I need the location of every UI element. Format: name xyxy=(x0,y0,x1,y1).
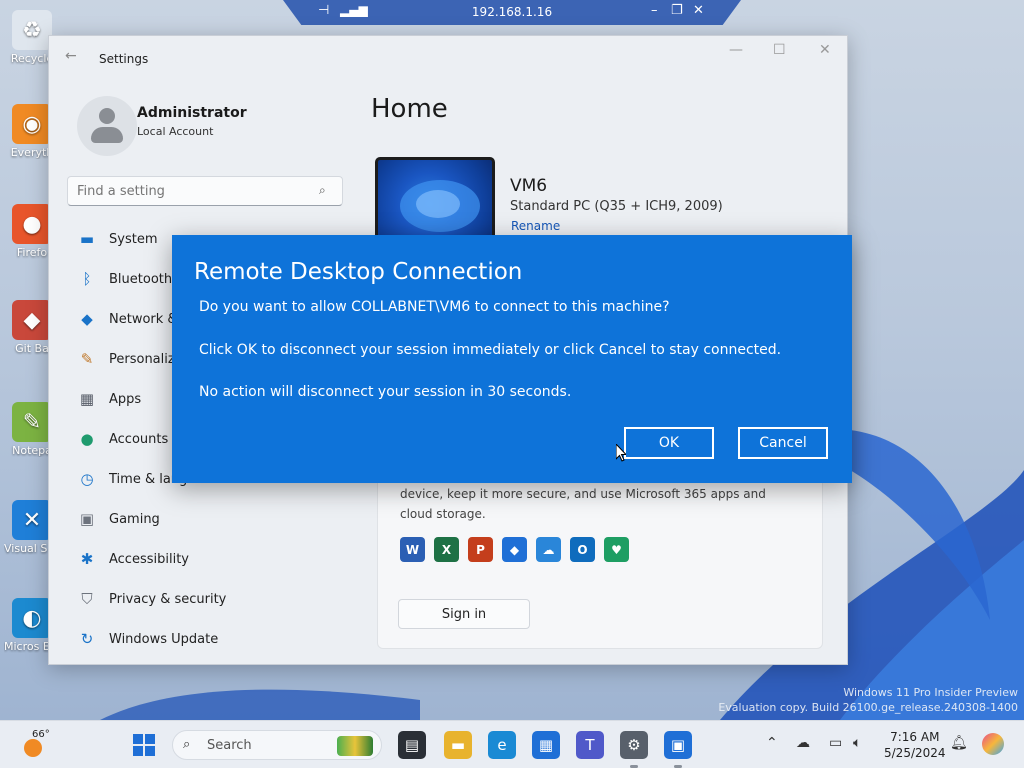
clock[interactable]: 7:16 AM 5/25/2024 xyxy=(884,729,946,761)
device-name: VM6 xyxy=(510,176,548,196)
monitor-icon: ▬ xyxy=(79,230,95,248)
m365-app-icons: W X P ◆ ☁ O ♥ xyxy=(400,537,629,562)
apps-icon: ▦ xyxy=(79,390,95,408)
profile-subtitle: Local Account xyxy=(137,125,214,138)
recycle-bin-icon: ♻ xyxy=(12,10,52,50)
word-icon: W xyxy=(400,537,425,562)
rename-link[interactable]: Rename xyxy=(511,219,560,233)
watermark-build: Evaluation copy. Build 26100.ge_release.… xyxy=(718,701,1018,714)
sidebar-item[interactable]: ↻ Windows Update xyxy=(69,621,349,657)
cancel-button[interactable]: Cancel xyxy=(738,427,828,459)
taskbar: 66° ⌕ Search ▤ ▬ e ▦ T ⚙ ▣ ⌃ ☁ ▭ 🔈︎ 7:16 AM 5/… xyxy=(0,720,1024,768)
sidebar-item-label: Personaliz xyxy=(109,351,175,367)
chevron-up-icon[interactable]: ⌃ xyxy=(766,735,778,751)
gamepad-icon: ▣ xyxy=(79,510,95,528)
edge-icon[interactable]: e xyxy=(488,731,516,759)
sidebar-item-label: Accounts xyxy=(109,431,169,447)
remote-desktop-icon[interactable]: ▣ xyxy=(664,731,692,759)
remote-desktop-dialog: Remote Desktop Connection Do you want to… xyxy=(172,235,852,483)
clock-time: 7:16 AM xyxy=(890,730,940,744)
bloom-thumbnail-graphic xyxy=(400,180,480,232)
device-thumbnail xyxy=(375,157,495,243)
microsoft-account-card: device, keep it more secure, and use Mic… xyxy=(377,466,823,649)
family-icon: ♥ xyxy=(604,537,629,562)
task-view-icon[interactable]: ▤ xyxy=(398,731,426,759)
search-icon[interactable]: ⌕ xyxy=(319,183,326,198)
teams-icon[interactable]: T xyxy=(576,731,604,759)
taskbar-search[interactable]: ⌕ Search xyxy=(172,730,382,760)
copilot-icon[interactable] xyxy=(982,733,1004,755)
store-icon[interactable]: ▦ xyxy=(532,731,560,759)
cloud-offline-icon[interactable]: ☁ xyxy=(796,735,810,751)
onedrive-icon: ☁ xyxy=(536,537,561,562)
search-highlight-icon xyxy=(337,736,373,756)
watermark-edition: Windows 11 Pro Insider Preview xyxy=(843,686,1018,699)
brush-icon: ✎ xyxy=(80,350,94,368)
git-bash-icon: ◆ xyxy=(12,300,52,340)
vscode-icon: ✕ xyxy=(12,500,52,540)
shield-icon: ⛉ xyxy=(81,590,93,608)
defender-icon: ◆ xyxy=(502,537,527,562)
avatar[interactable] xyxy=(77,96,137,156)
person-icon: ● xyxy=(80,430,94,448)
profile-name: Administrator xyxy=(137,105,247,121)
page-title: Home xyxy=(371,94,448,124)
minimize-icon[interactable]: – xyxy=(651,3,658,18)
accessibility-icon: ✱ xyxy=(80,550,94,568)
sidebar-item[interactable]: ▣ Gaming xyxy=(69,501,349,537)
sidebar-item-label: Gaming xyxy=(109,511,160,527)
sidebar-item-label: Apps xyxy=(109,391,142,407)
rdp-connection-bar: ⊣ ▂▄▆ 192.168.1.16 – ❐ ✕ xyxy=(283,0,741,25)
taskbar-search-label: Search xyxy=(207,738,252,753)
settings-gear-icon[interactable]: ⚙ xyxy=(620,731,648,759)
notepad-icon: ✎ xyxy=(12,402,52,442)
bluetooth-icon: ᛒ xyxy=(82,270,92,288)
temperature: 66° xyxy=(32,729,50,740)
sidebar-item-label: Network & xyxy=(109,311,178,327)
window-title: Settings xyxy=(99,52,149,66)
dialog-instruction: Click OK to disconnect your session imme… xyxy=(199,342,782,358)
search-icon: ⌕ xyxy=(183,737,191,752)
sidebar-item-label: Bluetooth xyxy=(109,271,173,287)
sun-icon xyxy=(24,739,42,757)
edge-icon: ◐ xyxy=(12,598,52,638)
card-description: device, keep it more secure, and use Mic… xyxy=(400,487,766,521)
volume-icon[interactable]: 🔈︎ xyxy=(853,735,861,751)
mouse-cursor-icon xyxy=(616,444,626,462)
wifi-icon: ◆ xyxy=(81,310,93,328)
update-icon: ↻ xyxy=(80,630,94,648)
find-setting-input[interactable] xyxy=(67,176,343,206)
window-minimize-icon[interactable]: — xyxy=(729,42,743,58)
dialog-question: Do you want to allow COLLABNET\VM6 to co… xyxy=(199,299,670,315)
sidebar-item[interactable]: ⛉ Privacy & security xyxy=(69,581,349,617)
start-button[interactable] xyxy=(133,734,155,756)
sidebar-item-label: Accessibility xyxy=(109,551,189,567)
ok-button[interactable]: OK xyxy=(624,427,714,459)
sign-in-button[interactable]: Sign in xyxy=(398,599,530,629)
dialog-title: Remote Desktop Connection xyxy=(194,259,523,285)
device-model: Standard PC (Q35 + ICH9, 2009) xyxy=(510,199,723,214)
powerpoint-icon: P xyxy=(468,537,493,562)
clock-date: 5/25/2024 xyxy=(884,746,946,760)
sidebar-item[interactable]: ✱ Accessibility xyxy=(69,541,349,577)
clock-globe-icon: ◷ xyxy=(80,470,94,488)
notification-bell-icon[interactable]: 🔔︎ xyxy=(950,735,968,751)
firefox-icon: ● xyxy=(12,204,52,244)
back-arrow-icon[interactable]: ← xyxy=(65,48,77,64)
weather-widget[interactable]: 66° xyxy=(22,729,58,761)
network-icon[interactable]: ▭ xyxy=(829,735,842,751)
restore-icon[interactable]: ❐ xyxy=(671,3,683,18)
file-explorer-icon[interactable]: ▬ xyxy=(444,731,472,759)
dialog-timeout-notice: No action will disconnect your session i… xyxy=(199,384,572,400)
excel-icon: X xyxy=(434,537,459,562)
window-close-icon[interactable]: ✕ xyxy=(819,42,831,58)
outlook-icon: O xyxy=(570,537,595,562)
everything-search-icon: ◉ xyxy=(12,104,52,144)
close-icon[interactable]: ✕ xyxy=(693,3,704,18)
sidebar-item-label: System xyxy=(109,231,158,247)
sidebar-item-label: Windows Update xyxy=(109,631,219,647)
window-maximize-icon[interactable]: ☐ xyxy=(773,42,786,58)
sidebar-item-label: Privacy & security xyxy=(109,591,227,607)
